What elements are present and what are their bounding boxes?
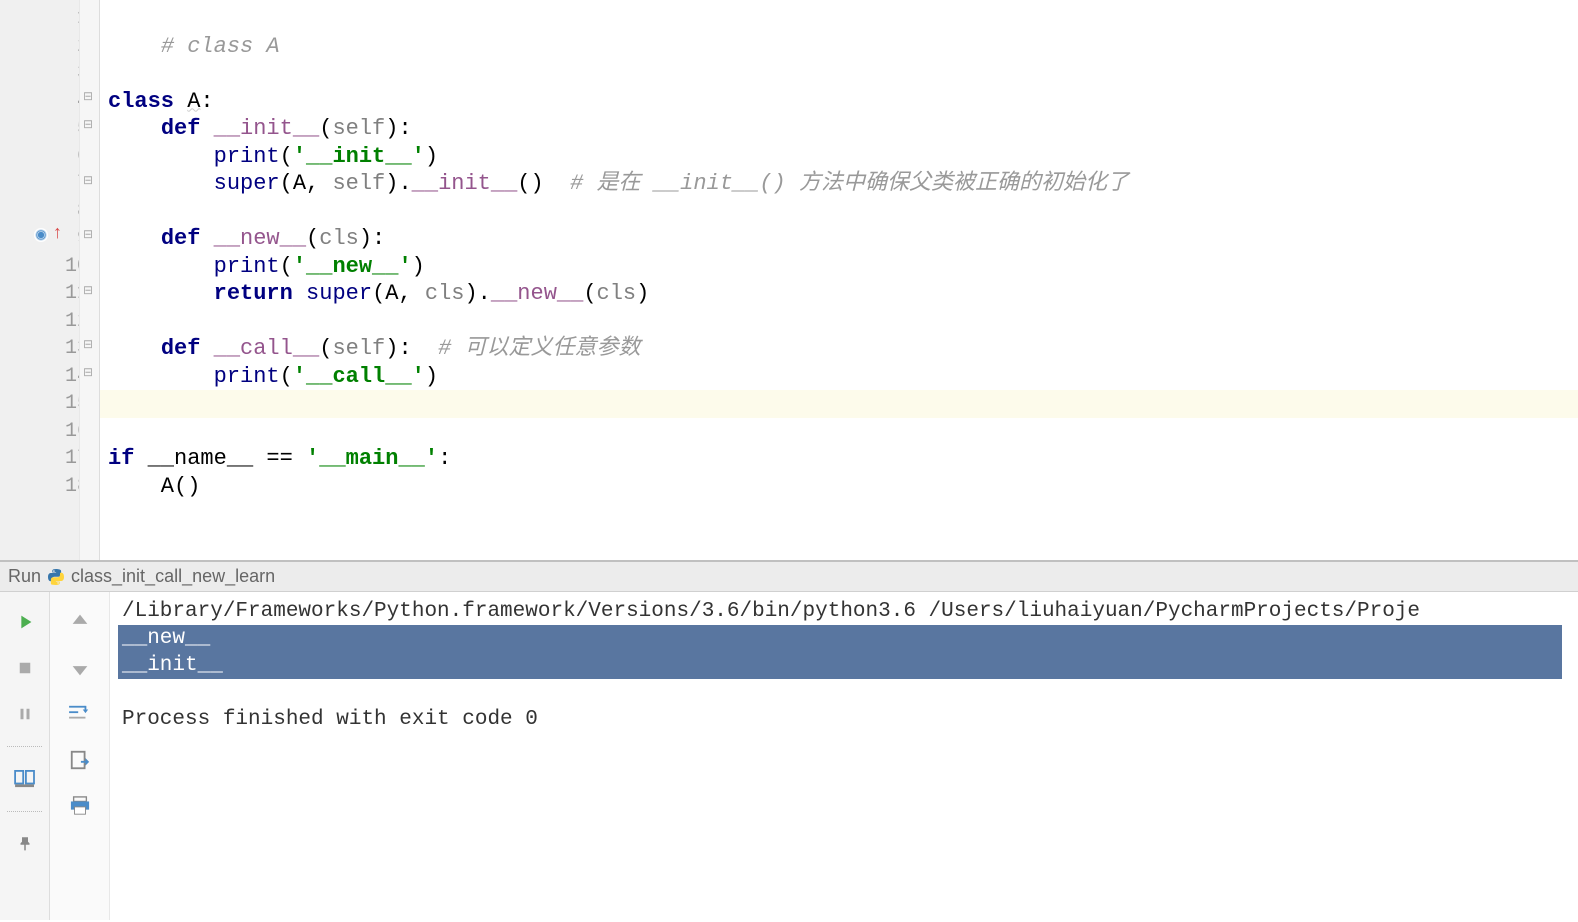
scroll-up-button[interactable] (64, 606, 96, 638)
run-config-name[interactable]: class_init_call_new_learn (71, 566, 275, 587)
code-line: if __name__ == '__main__': (108, 445, 1578, 473)
fold-icon[interactable]: ⊟ (83, 284, 97, 298)
pause-button[interactable] (9, 698, 41, 730)
console-output-line: __init__ (118, 652, 1562, 679)
code-editor[interactable]: # class A class A: def __init__(self): pr… (100, 0, 1578, 560)
console-output[interactable]: /Library/Frameworks/Python.framework/Ver… (110, 592, 1578, 920)
fold-icon[interactable]: ⊟ (83, 118, 97, 132)
code-line: return super(A, cls).__new__(cls) (108, 280, 1578, 308)
console-output-line: __new__ (118, 625, 1562, 652)
code-line: def __new__(cls): (108, 225, 1578, 253)
code-line (108, 60, 1578, 88)
run-header-label: Run (8, 566, 41, 587)
run-header: Run class_init_call_new_learn (0, 562, 1578, 592)
pin-button[interactable] (9, 828, 41, 860)
python-icon (47, 568, 65, 586)
gutter: 123456789101112131415161718 ↑ ⊟ ⊟ ⊟ ⊟ ⊟ … (0, 0, 100, 560)
fold-column: ⊟ ⊟ ⊟ ⊟ ⊟ ⊟ ⊟ (79, 0, 99, 560)
code-line: print('__call__') (108, 363, 1578, 391)
code-line (108, 5, 1578, 33)
run-body: /Library/Frameworks/Python.framework/Ver… (0, 592, 1578, 920)
code-line: # class A (108, 33, 1578, 61)
code-line (108, 308, 1578, 336)
console-output-line (122, 679, 1566, 706)
run-secondary-toolbar (50, 592, 110, 920)
fold-icon[interactable]: ⊟ (83, 366, 97, 380)
code-line: def __call__(self): # 可以定义任意参数 (108, 335, 1578, 363)
code-line: print('__new__') (108, 253, 1578, 281)
code-line (100, 390, 1578, 418)
stop-button[interactable] (9, 652, 41, 684)
code-line: super(A, self).__init__() # 是在 __init__(… (108, 170, 1578, 198)
code-line: A() (108, 473, 1578, 501)
print-button[interactable] (64, 790, 96, 822)
fold-icon[interactable]: ⊟ (83, 228, 97, 242)
override-arrow-icon: ↑ (52, 224, 63, 244)
fold-icon[interactable]: ⊟ (83, 338, 97, 352)
console-exit-line: Process finished with exit code 0 (122, 706, 1566, 733)
override-marker-icon[interactable] (34, 228, 48, 242)
code-line: print('__init__') (108, 143, 1578, 171)
code-line (108, 418, 1578, 446)
fold-icon[interactable]: ⊟ (83, 174, 97, 188)
run-tool-window: Run class_init_call_new_learn (0, 560, 1578, 920)
layout-button[interactable] (9, 763, 41, 795)
editor-area: 123456789101112131415161718 ↑ ⊟ ⊟ ⊟ ⊟ ⊟ … (0, 0, 1578, 560)
code-line (108, 198, 1578, 226)
console-command: /Library/Frameworks/Python.framework/Ver… (122, 598, 1566, 625)
gutter-markers: ↑ (34, 0, 64, 560)
export-button[interactable] (64, 744, 96, 776)
soft-wrap-button[interactable] (64, 698, 96, 730)
fold-icon[interactable]: ⊟ (83, 90, 97, 104)
run-primary-toolbar (0, 592, 50, 920)
code-line: def __init__(self): (108, 115, 1578, 143)
scroll-down-button[interactable] (64, 652, 96, 684)
rerun-button[interactable] (9, 606, 41, 638)
code-line: class A: (108, 88, 1578, 116)
